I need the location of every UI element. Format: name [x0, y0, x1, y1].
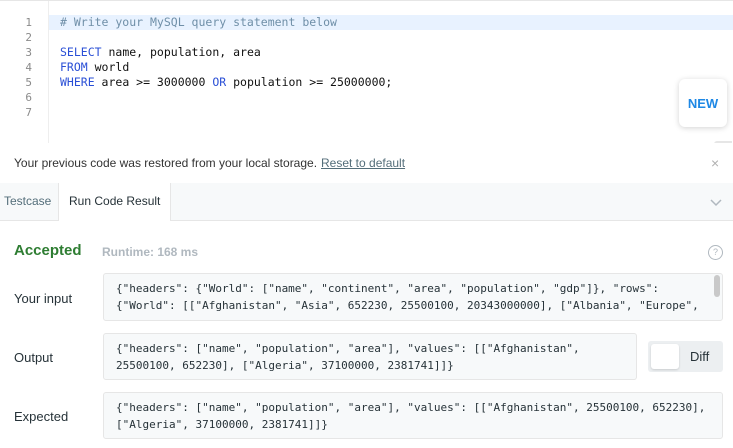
- toggle-knob: [651, 344, 679, 369]
- code-text: name, population, area: [101, 45, 261, 59]
- restore-message: Your previous code was restored from you…: [14, 156, 318, 170]
- code-text: world: [87, 60, 130, 74]
- reset-to-default-link[interactable]: Reset to default: [321, 156, 405, 170]
- expected-box: {"headers": ["name", "population", "area…: [103, 392, 723, 439]
- keyword: SELECT: [60, 45, 102, 59]
- new-button[interactable]: NEW: [679, 79, 727, 127]
- scrollbar[interactable]: [714, 275, 720, 297]
- keyword: WHERE: [60, 75, 95, 89]
- keyword: OR: [212, 75, 227, 89]
- chevron-down-icon[interactable]: [707, 193, 725, 211]
- diff-label: Diff: [690, 349, 710, 364]
- restore-notice: Your previous code was restored from you…: [0, 143, 733, 184]
- close-icon[interactable]: ×: [711, 155, 719, 171]
- code-line-5[interactable]: WHERE area >= 3000000 OR population >= 2…: [60, 75, 392, 90]
- console-tabs: Testcase Run Code Result: [0, 183, 733, 221]
- code-text: population >= 25000000;: [226, 75, 393, 89]
- code-editor[interactable]: 1 2 3 4 5 6 7 # Write your MySQL query s…: [0, 0, 733, 157]
- runtime-text: Runtime: 168 ms: [102, 245, 199, 259]
- line-number: 7: [25, 106, 32, 119]
- output-box: {"headers": ["name", "population", "area…: [103, 333, 637, 380]
- code-text: area >= 3000000: [94, 75, 213, 89]
- line-number: 5: [25, 76, 32, 89]
- diff-toggle[interactable]: Diff: [648, 341, 723, 372]
- line-number: 2: [25, 31, 32, 44]
- keyword: FROM: [60, 60, 88, 74]
- expected-label: Expected: [14, 409, 69, 424]
- code-line-3[interactable]: SELECT name, population, area: [60, 45, 261, 60]
- line-number: 4: [25, 61, 32, 74]
- tab-testcase[interactable]: Testcase: [0, 183, 61, 220]
- output-label: Output: [14, 350, 54, 365]
- tab-run-code-result[interactable]: Run Code Result: [58, 183, 172, 221]
- line-number: 3: [25, 46, 32, 59]
- help-icon[interactable]: ?: [708, 245, 723, 260]
- code-line-1[interactable]: # Write your MySQL query statement below: [60, 15, 337, 30]
- result-status: Accepted: [14, 242, 82, 259]
- line-number: 1: [25, 16, 32, 29]
- your-input-box[interactable]: {"headers": {"World": ["name", "continen…: [103, 273, 723, 321]
- line-number: 6: [25, 91, 32, 104]
- your-input-label: Your input: [14, 291, 73, 306]
- line-number-gutter: 1 2 3 4 5 6 7: [0, 1, 49, 144]
- code-line-4[interactable]: FROM world: [60, 60, 129, 75]
